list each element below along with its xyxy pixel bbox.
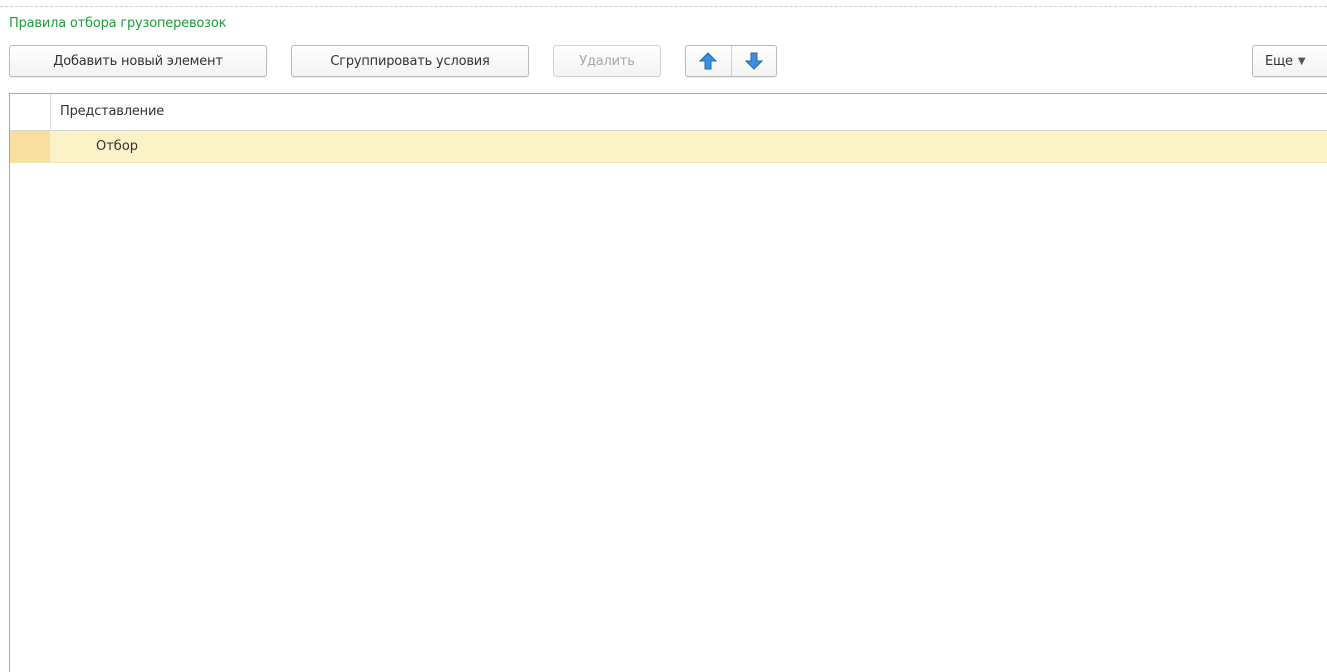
- more-menu-button[interactable]: Еще ▼: [1252, 45, 1327, 77]
- filter-table[interactable]: Представление Отбор: [9, 93, 1327, 672]
- row-selector[interactable]: [10, 131, 50, 162]
- group-conditions-button[interactable]: Сгруппировать условия: [291, 45, 529, 77]
- section-divider: [0, 6, 1327, 7]
- table-row[interactable]: Отбор: [10, 131, 1327, 163]
- header-gutter: [10, 94, 51, 130]
- move-up-button[interactable]: [686, 46, 731, 76]
- chevron-down-icon: ▼: [1297, 55, 1306, 67]
- move-buttons-group: [685, 45, 777, 77]
- more-label: Еще: [1265, 53, 1293, 69]
- move-down-button[interactable]: [730, 46, 777, 76]
- arrow-down-icon: [744, 52, 763, 70]
- row-label: Отбор: [96, 139, 139, 154]
- column-header-representation[interactable]: Представление: [60, 104, 164, 119]
- section-title: Правила отбора грузоперевозок: [9, 16, 227, 31]
- filter-rules-panel: Правила отбора грузоперевозок Добавить н…: [0, 0, 1327, 672]
- add-element-button[interactable]: Добавить новый элемент: [9, 45, 267, 77]
- delete-button[interactable]: Удалить: [553, 45, 661, 77]
- arrow-up-icon: [699, 52, 718, 70]
- table-header: Представление: [10, 94, 1327, 131]
